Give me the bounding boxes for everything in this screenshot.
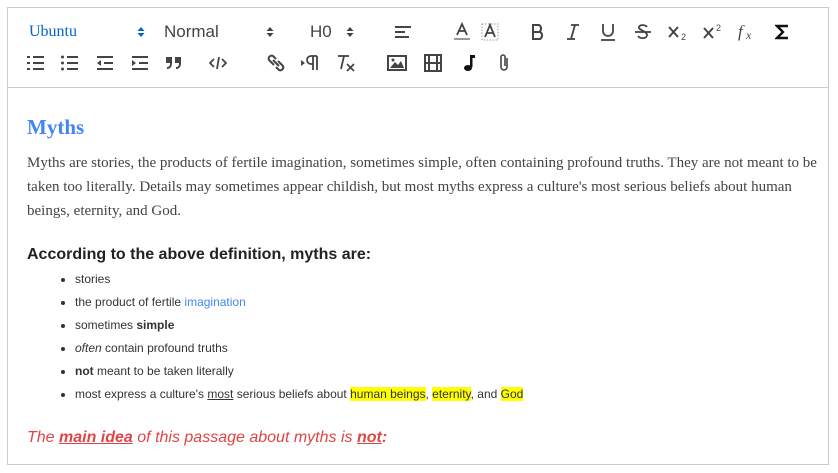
list-item-text: contain profound truths — [101, 341, 228, 355]
updown-arrow-icon — [346, 27, 354, 37]
audio-icon — [464, 55, 475, 71]
indent-button[interactable] — [126, 48, 154, 78]
list-item-text: , and — [470, 387, 501, 401]
list-item-text: stories — [75, 272, 111, 286]
attachment-icon — [500, 54, 508, 71]
bullet-list-icon — [61, 55, 78, 71]
font-color-icon — [454, 22, 470, 40]
list-item-text: most express a culture's — [75, 387, 208, 401]
svg-text:2: 2 — [681, 32, 686, 41]
list-item-text: serious beliefs about — [233, 387, 351, 401]
list-item-text: the product of fertile — [75, 295, 185, 309]
superscript-button[interactable]: 2 — [699, 17, 727, 47]
imagination-link[interactable]: imagination — [184, 295, 245, 309]
italic-button[interactable] — [559, 17, 587, 47]
subscript-button[interactable]: 2 — [664, 17, 692, 47]
formula-icon: fx — [738, 22, 752, 42]
blockquote-icon — [166, 57, 181, 69]
clear-format-button[interactable] — [332, 48, 360, 78]
video-button[interactable] — [419, 48, 447, 78]
align-button[interactable] — [389, 17, 417, 47]
italic-text: often — [75, 341, 102, 355]
font-picker-label: Ubuntu — [29, 23, 77, 40]
text-direction-icon — [301, 55, 318, 70]
outdent-button[interactable] — [91, 48, 119, 78]
list-item-text: sometimes — [75, 318, 137, 332]
editor-toolbar: Ubuntu Normal H0 2 2 f x — [8, 8, 828, 88]
bullet-list-button[interactable] — [56, 48, 84, 78]
list-item: stories — [75, 268, 523, 291]
align-left-icon — [395, 26, 411, 38]
image-icon — [387, 55, 407, 71]
ordered-list-icon — [27, 56, 44, 70]
size-picker[interactable]: Normal — [164, 17, 274, 47]
header-picker-label: H0 — [310, 22, 332, 41]
background-color-icon — [481, 22, 499, 41]
list-item: not meant to be taken literally — [75, 360, 523, 383]
strikethrough-button[interactable] — [629, 17, 657, 47]
superscript-icon: 2 — [703, 23, 721, 39]
background-color-button[interactable] — [476, 17, 504, 47]
myths-list: stories the product of fertile imaginati… — [57, 268, 524, 406]
underlined-text: most — [207, 387, 234, 401]
doc-paragraph: Myths are stories, the products of ferti… — [27, 155, 817, 219]
svg-text:f: f — [738, 22, 745, 41]
font-color-button[interactable] — [448, 17, 476, 47]
link-icon — [267, 54, 285, 72]
svg-text:x: x — [745, 28, 752, 42]
highlighted-text: God — [500, 387, 524, 401]
indent-icon — [132, 56, 148, 70]
video-icon — [424, 54, 442, 72]
list-item: most express a culture's most serious be… — [75, 383, 524, 406]
code-block-button[interactable] — [204, 48, 232, 78]
main-idea-line: The main idea of this passage about myth… — [27, 429, 387, 447]
idea-text: of this passage about myths is — [132, 429, 357, 446]
doc-subheading: According to the above definition, myths… — [27, 246, 372, 263]
attachment-button[interactable] — [490, 48, 518, 78]
outdent-icon — [97, 56, 113, 70]
code-block-icon — [209, 56, 227, 70]
subscript-icon: 2 — [668, 26, 686, 41]
idea-text: The — [27, 429, 60, 446]
sigma-icon — [775, 24, 788, 40]
image-button[interactable] — [383, 48, 411, 78]
formula-button[interactable]: fx — [734, 17, 762, 47]
strikethrough-icon — [635, 24, 651, 40]
italic-icon — [567, 24, 579, 40]
size-picker-label: Normal — [164, 22, 219, 41]
underline-icon — [601, 24, 615, 41]
updown-arrow-icon — [137, 27, 145, 37]
doc-title: Myths — [27, 115, 85, 139]
idea-text: : — [381, 429, 388, 446]
font-picker[interactable]: Ubuntu — [29, 17, 149, 47]
ordered-list-button[interactable] — [22, 48, 50, 78]
highlighted-text: eternity — [432, 387, 471, 401]
list-item: sometimes simple — [75, 314, 523, 337]
bold-text: simple — [136, 318, 175, 332]
blockquote-button[interactable] — [160, 48, 188, 78]
audio-button[interactable] — [455, 48, 483, 78]
idea-bold-underline: not — [356, 429, 382, 446]
clear-format-icon — [338, 55, 355, 72]
highlighted-text: human beings — [350, 387, 426, 401]
bold-icon — [532, 24, 544, 40]
list-item: often contain profound truths — [75, 337, 523, 360]
bold-text: not — [75, 364, 94, 378]
list-item-text: meant to be taken literally — [93, 364, 234, 378]
text-direction-button[interactable] — [297, 48, 325, 78]
underline-button[interactable] — [594, 17, 622, 47]
header-picker[interactable]: H0 — [310, 17, 360, 47]
list-item: the product of fertile imagination — [75, 291, 523, 314]
bold-button[interactable] — [524, 17, 552, 47]
updown-arrow-icon — [266, 27, 274, 37]
idea-bold-underline: main idea — [59, 429, 133, 446]
link-button[interactable] — [262, 48, 290, 78]
sigma-button[interactable] — [769, 17, 797, 47]
rich-text-editor: Ubuntu Normal H0 2 2 f x Myths Myths are… — [7, 7, 829, 465]
svg-text:2: 2 — [716, 23, 721, 33]
